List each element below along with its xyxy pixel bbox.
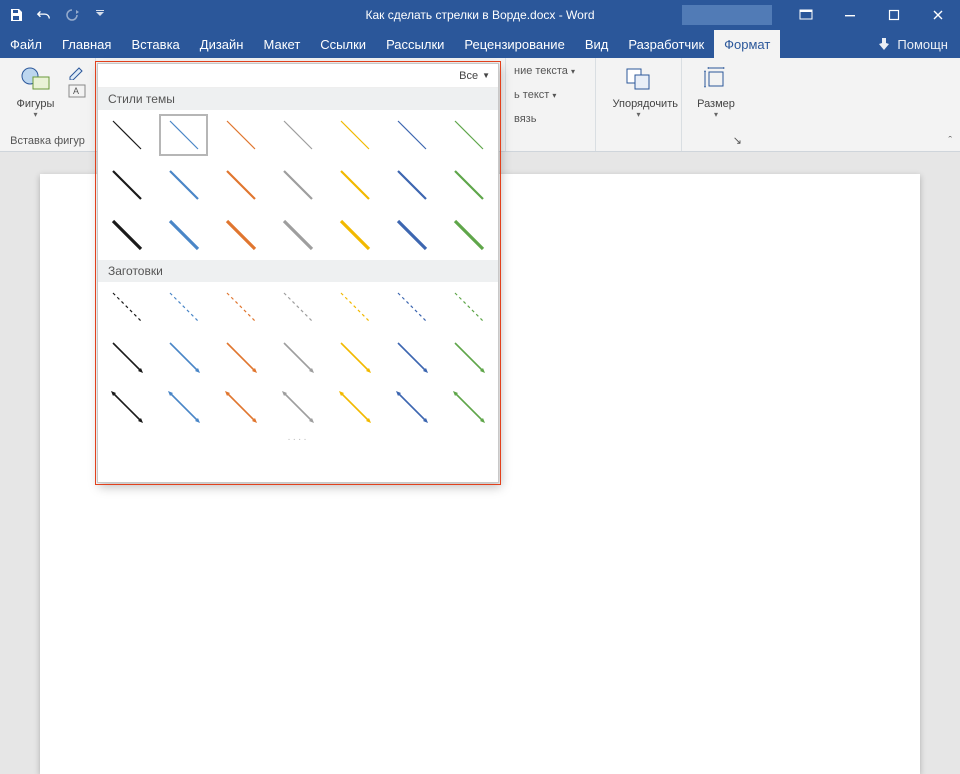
style-swatch[interactable] (98, 110, 155, 160)
style-swatch[interactable] (98, 160, 155, 210)
style-swatch[interactable] (441, 110, 498, 160)
arrange-icon (613, 62, 665, 96)
quick-access-toolbar (0, 7, 108, 23)
style-swatch[interactable] (327, 382, 384, 432)
svg-text:A: A (73, 86, 79, 96)
gallery-grid-presets (98, 282, 498, 432)
ribbon-group-arrange: Упорядочить ▾ (596, 58, 682, 151)
tab-разработчик[interactable]: Разработчик (618, 30, 714, 58)
close-button[interactable] (916, 0, 960, 30)
shapes-button[interactable]: Фигуры ▾ (10, 62, 62, 119)
save-icon[interactable] (8, 7, 24, 23)
text-wrap-partial[interactable]: ние текста ▾ (514, 62, 575, 81)
style-swatch[interactable] (155, 332, 212, 382)
collapse-ribbon-icon[interactable]: ˆ (948, 135, 952, 147)
style-swatch[interactable] (384, 332, 441, 382)
style-swatch[interactable] (269, 160, 326, 210)
style-swatch[interactable] (441, 210, 498, 260)
tab-ссылки[interactable]: Ссылки (310, 30, 376, 58)
style-swatch[interactable] (441, 382, 498, 432)
style-swatch[interactable] (384, 382, 441, 432)
chevron-down-icon: ▾ (690, 110, 742, 119)
style-swatch[interactable] (212, 160, 269, 210)
gallery-grid-theme (98, 110, 498, 260)
style-swatch[interactable] (212, 110, 269, 160)
style-swatch[interactable] (212, 382, 269, 432)
undo-icon[interactable] (36, 7, 52, 23)
style-swatch[interactable] (269, 382, 326, 432)
style-swatch[interactable] (98, 382, 155, 432)
style-swatch[interactable] (98, 332, 155, 382)
ribbon-group-label: Вставка фигур (10, 133, 85, 149)
style-swatch[interactable] (269, 210, 326, 260)
ribbon-group-text: ние текста ▾ ь текст ▾ вязь (506, 58, 596, 151)
tab-дизайн[interactable]: Дизайн (190, 30, 254, 58)
style-swatch[interactable] (327, 210, 384, 260)
ribbon-group-insert-shapes: Фигуры ▾ A Вставка фигур (0, 58, 96, 151)
tab-вставка[interactable]: Вставка (121, 30, 189, 58)
tab-вид[interactable]: Вид (575, 30, 619, 58)
maximize-button[interactable] (872, 0, 916, 30)
tab-рассылки[interactable]: Рассылки (376, 30, 454, 58)
style-swatch[interactable] (327, 282, 384, 332)
style-swatch[interactable] (155, 210, 212, 260)
style-swatch[interactable] (327, 110, 384, 160)
tab-макет[interactable]: Макет (253, 30, 310, 58)
style-swatch[interactable] (269, 282, 326, 332)
gallery-section-theme: Стили темы (98, 88, 498, 110)
text-fill-partial[interactable]: ь текст ▾ (514, 86, 556, 105)
style-swatch[interactable] (155, 382, 212, 432)
redo-icon[interactable] (64, 7, 80, 23)
style-swatch[interactable] (98, 210, 155, 260)
tab-рецензирование[interactable]: Рецензирование (454, 30, 574, 58)
chevron-down-icon: ▼ (482, 71, 490, 80)
style-swatch[interactable] (441, 282, 498, 332)
style-swatch[interactable] (212, 210, 269, 260)
minimize-button[interactable] (828, 0, 872, 30)
style-swatch[interactable] (384, 210, 441, 260)
style-swatch[interactable] (441, 332, 498, 382)
shape-styles-gallery: Все▼ Стили темы Заготовки ···· (97, 63, 499, 483)
tab-файл[interactable]: Файл (0, 30, 52, 58)
style-swatch[interactable] (155, 160, 212, 210)
chevron-down-icon: ▾ (10, 110, 62, 119)
tell-me-help[interactable]: Помощн (865, 30, 960, 58)
gallery-resize-handle[interactable]: ···· (98, 432, 498, 445)
style-swatch[interactable] (384, 110, 441, 160)
style-swatch[interactable] (155, 282, 212, 332)
gallery-all-button[interactable]: Все▼ (98, 64, 498, 88)
style-swatch[interactable] (384, 282, 441, 332)
style-swatch[interactable] (441, 160, 498, 210)
style-swatch[interactable] (155, 110, 212, 160)
ribbon-tabs: ФайлГлавнаяВставкаДизайнМакетСсылкиРассы… (0, 30, 960, 58)
arrange-label: Упорядочить (613, 98, 665, 110)
create-link-partial[interactable]: вязь (514, 110, 536, 128)
qat-customize-icon[interactable] (92, 7, 108, 23)
style-swatch[interactable] (269, 110, 326, 160)
tab-формат[interactable]: Формат (714, 30, 780, 58)
shapes-icon (10, 62, 62, 96)
gallery-section-presets: Заготовки (98, 260, 498, 282)
tab-главная[interactable]: Главная (52, 30, 121, 58)
style-swatch[interactable] (212, 282, 269, 332)
edit-shape-icon[interactable] (68, 66, 86, 80)
size-icon (690, 62, 742, 96)
style-swatch[interactable] (327, 160, 384, 210)
style-swatch[interactable] (98, 282, 155, 332)
title-bar: Как сделать стрелки в Ворде.docx - Word (0, 0, 960, 30)
size-button[interactable]: Размер ▾ (690, 62, 742, 119)
size-label: Размер (690, 98, 742, 110)
style-swatch[interactable] (269, 332, 326, 382)
account-box[interactable] (682, 5, 772, 25)
ribbon-display-options-icon[interactable] (784, 0, 828, 30)
shapes-label: Фигуры (10, 98, 62, 110)
arrange-button[interactable]: Упорядочить ▾ (613, 62, 665, 119)
style-swatch[interactable] (384, 160, 441, 210)
text-box-icon[interactable]: A (68, 84, 86, 98)
ribbon-group-size: Размер ▾ ↘ (682, 58, 750, 151)
style-swatch[interactable] (327, 332, 384, 382)
style-swatch[interactable] (212, 332, 269, 382)
chevron-down-icon: ▾ (613, 110, 665, 119)
